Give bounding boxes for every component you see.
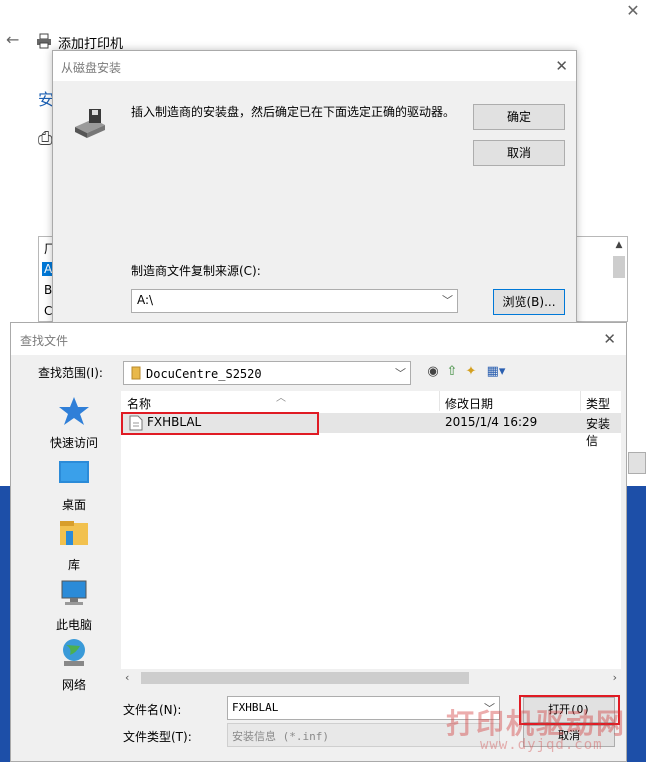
place-desktop[interactable]: 桌面 [25,457,123,513]
back-arrow-icon[interactable]: ← [6,30,19,49]
column-header-name[interactable]: 名称 [127,395,151,412]
look-in-value: DocuCentre_S2520 [146,367,262,381]
folder-icon [131,366,141,380]
new-folder-icon[interactable]: ✦ [463,364,479,380]
place-label: 此电脑 [55,618,92,632]
network-icon [63,639,85,666]
chevron-down-icon[interactable]: ﹀ [395,365,406,381]
sort-ascending-icon: ︿ [276,393,286,404]
dialog-titlebar: 查找文件 ✕ [11,323,626,355]
star-icon [59,397,89,425]
list-item[interactable]: B [44,283,52,297]
place-network[interactable]: 网络 [25,637,123,693]
place-quick-access[interactable]: 快速访问 [25,395,123,451]
dialog-title: 从磁盘安装 [61,61,122,75]
printer-icon: ⎙ [38,128,53,149]
library-icon [60,521,88,545]
dialog-titlebar: 从磁盘安装 ✕ [53,51,576,81]
column-header-type[interactable]: 类型 [586,395,610,412]
watermark: 打印机驱动网 [446,707,627,740]
cancel-button[interactable]: 取消 [473,140,565,166]
scrollbar-thumb[interactable] [141,672,469,684]
dialog-title: 查找文件 [20,334,69,348]
horizontal-scrollbar[interactable]: ‹ › [121,669,621,687]
background-button[interactable] [628,452,646,474]
computer-icon [61,580,87,605]
column-header-modified[interactable]: 修改日期 [445,395,493,412]
copy-source-label: 制造商文件复制来源(C): [131,264,261,278]
place-label: 库 [67,558,80,572]
look-in-label: 查找范围(I): [38,366,103,380]
printer-icon [37,33,51,49]
column-divider[interactable] [439,391,440,411]
file-name-value: FXHBLAL [232,701,279,714]
column-divider[interactable] [580,391,581,411]
floppy-disk-icon [75,109,105,138]
find-file-dialog: 查找文件 ✕ 查找范围(I): DocuCentre_S2520 ﹀ ◉ ⇧ ✦… [10,322,627,762]
scroll-right-icon[interactable]: › [613,671,617,684]
install-from-disk-dialog: 从磁盘安装 ✕ 插入制造商的安装盘，然后确定已在下面选定正确的驱动器。 确定 取… [52,50,577,330]
file-type-cell: 安装信 [586,417,611,448]
file-modified-cell: 2015/1/4 16:29 [445,415,538,429]
place-label: 快速访问 [49,436,98,450]
places-bar: 快速访问 桌面 库 此电脑 网络 [25,395,123,692]
scrollbar-thumb[interactable] [613,256,625,278]
chevron-down-icon[interactable]: ﹀ [442,292,453,308]
back-icon[interactable]: ◉ [425,364,441,380]
close-icon[interactable]: ✕ [603,330,616,348]
close-icon[interactable]: ✕ [555,57,568,75]
watermark-url: www.dyjqd.com [480,737,603,753]
desktop-icon [59,461,89,483]
place-label: 网络 [61,678,86,692]
scroll-up-icon[interactable]: ▲ [612,240,626,254]
look-in-combobox[interactable]: DocuCentre_S2520 ﹀ [123,361,411,385]
browse-button[interactable]: 浏览(B)... [493,289,565,315]
scroll-left-icon[interactable]: ‹ [125,671,129,684]
file-type-label: 文件类型(T): [123,730,192,744]
copy-source-combobox[interactable]: A:\ ﹀ [131,289,458,313]
close-icon[interactable]: ✕ [624,2,642,20]
instruction-text: 插入制造商的安装盘，然后确定已在下面选定正确的驱动器。 [131,105,456,119]
place-library[interactable]: 库 [25,517,123,573]
up-folder-icon[interactable]: ⇧ [444,364,460,380]
place-this-pc[interactable]: 此电脑 [25,577,123,633]
place-label: 桌面 [61,498,86,512]
file-name-label: 文件名(N): [123,703,182,717]
file-list[interactable]: 名称 ︿ 修改日期 类型 FXHBLAL 2015/1/4 16:29 安装信 [121,391,621,687]
ok-button[interactable]: 确定 [473,104,565,130]
copy-source-value: A:\ [137,293,154,307]
view-menu-icon[interactable]: ▦▾ [482,364,510,380]
highlight-box [121,412,319,435]
